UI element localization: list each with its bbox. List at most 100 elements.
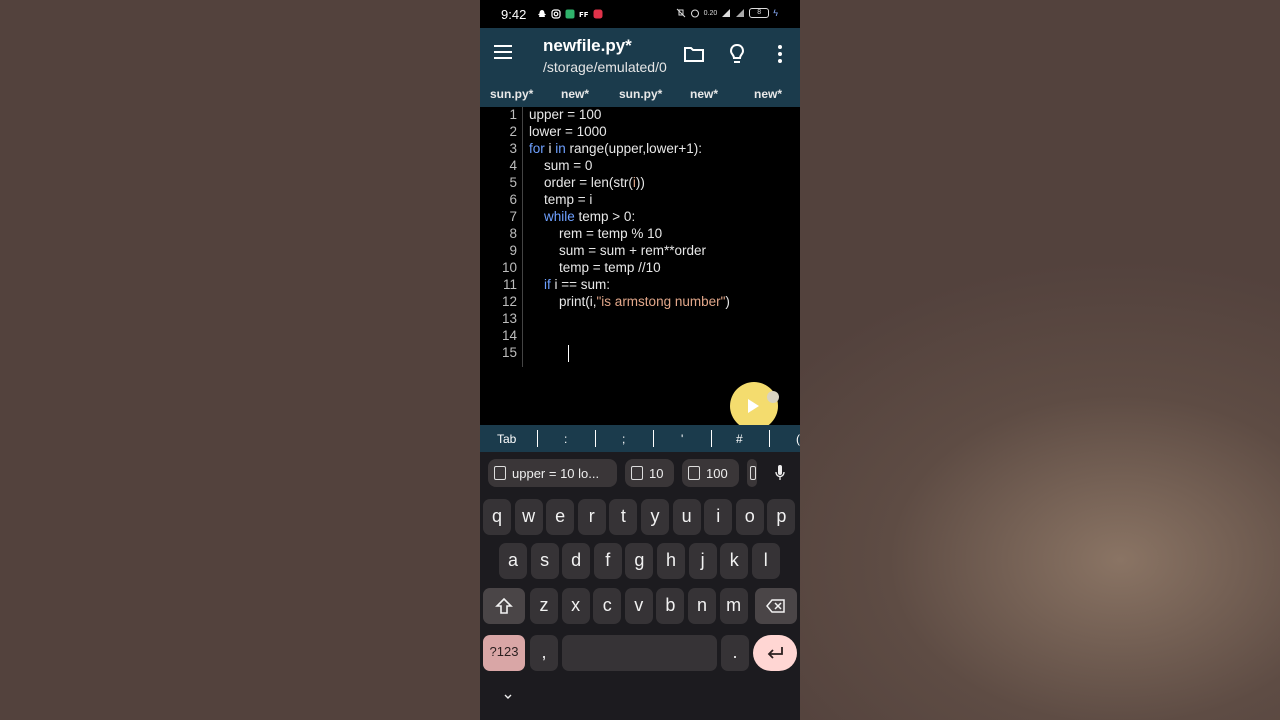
code-text: for i in range(upper,lower+1):	[529, 141, 702, 156]
symbol-colon[interactable]: :	[564, 432, 567, 446]
symbol-paren[interactable]: (	[796, 432, 800, 446]
code-line[interactable]: 2 lower = 1000	[480, 124, 800, 141]
code-token: if	[544, 277, 551, 292]
symbol-semicolon[interactable]: ;	[622, 432, 625, 446]
key-y[interactable]: y	[641, 499, 669, 535]
code-line[interactable]: 13	[480, 311, 800, 328]
key-q[interactable]: q	[483, 499, 511, 535]
code-line[interactable]: 9 sum = sum + rem**order	[480, 243, 800, 260]
tab-new-2[interactable]: new*	[690, 87, 718, 101]
key-d[interactable]: d	[562, 543, 591, 579]
clipboard-suggestion-3[interactable]: 100	[682, 459, 739, 487]
code-editor[interactable]: 1 upper = 100 2 lower = 1000 3 for i in range…	[480, 107, 800, 425]
code-line[interactable]: 1 upper = 100	[480, 107, 800, 124]
key-f[interactable]: f	[593, 543, 622, 579]
key-e[interactable]: e	[546, 499, 575, 535]
code-line[interactable]: 8 rem = temp % 10	[480, 226, 800, 243]
line-number: 12	[501, 294, 517, 309]
code-text: print(i,"is armstong number")	[529, 294, 730, 309]
code-text: temp = i	[529, 192, 592, 207]
key-a[interactable]: a	[499, 543, 527, 579]
code-line[interactable]: 3 for i in range(upper,lower+1):	[480, 141, 800, 158]
run-button[interactable]	[730, 382, 778, 430]
microphone-icon[interactable]	[775, 465, 785, 481]
code-line[interactable]: 11 if i == sum:	[480, 277, 800, 294]
tab-new-1[interactable]: new*	[561, 87, 589, 101]
code-token: sum = sum + rem**order	[529, 243, 707, 258]
chevron-down-icon[interactable]	[503, 692, 513, 702]
space-key[interactable]	[562, 635, 717, 671]
code-token: i == sum:	[550, 277, 611, 292]
code-token: while	[544, 209, 575, 224]
clipboard-suggestion-1[interactable]: upper = 10 lo...	[488, 459, 617, 487]
code-line[interactable]: 10 temp = temp //10	[480, 260, 800, 277]
code-line[interactable]: 15	[480, 345, 800, 362]
more-options-icon[interactable]	[768, 42, 792, 66]
key-w[interactable]: w	[514, 499, 543, 535]
key-n[interactable]: n	[688, 588, 716, 624]
line-number: 9	[509, 243, 517, 258]
key-v[interactable]: v	[624, 588, 653, 624]
enter-key[interactable]	[753, 635, 797, 671]
notification-icons: FF	[537, 9, 603, 19]
key-t[interactable]: t	[609, 499, 638, 535]
symbol-separator	[711, 430, 712, 447]
line-number: 3	[509, 141, 517, 156]
code-line[interactable]: 4 sum = 0	[480, 158, 800, 175]
status-time: 9:42	[501, 7, 527, 22]
key-o[interactable]: o	[735, 499, 764, 535]
key-z[interactable]: z	[530, 588, 558, 624]
clipboard-suggestion-4[interactable]	[747, 459, 757, 487]
key-i[interactable]: i	[704, 499, 733, 535]
key-l[interactable]: l	[751, 543, 780, 579]
symbol-tab[interactable]: Tab	[497, 432, 516, 446]
code-line[interactable]: 12 print(i,"is armstong number")	[480, 294, 800, 311]
key-r[interactable]: r	[577, 499, 606, 535]
symbols-key[interactable]: ?123	[483, 635, 525, 671]
phone-screen: 9:42 FF 0.20 8 ϟ newfile.py* /storage/em…	[480, 0, 800, 720]
line-number: 2	[509, 124, 517, 139]
folder-icon[interactable]	[682, 42, 706, 66]
menu-icon[interactable]	[494, 45, 514, 61]
key-b[interactable]: b	[656, 588, 685, 624]
symbol-separator	[653, 430, 654, 447]
code-token: upper = 100	[529, 107, 602, 122]
clipboard-suggestion-2[interactable]: 10	[625, 459, 674, 487]
code-line[interactable]: 5 order = len(str(i))	[480, 175, 800, 192]
code-token: i	[544, 141, 556, 156]
key-j[interactable]: j	[688, 543, 717, 579]
backspace-key[interactable]	[755, 588, 797, 624]
line-number: 4	[509, 158, 517, 173]
ff-icon: FF	[579, 11, 589, 19]
key-k[interactable]: k	[720, 543, 749, 579]
symbol-hash[interactable]: #	[736, 432, 743, 446]
code-token: )	[725, 294, 730, 309]
comma-key[interactable]: ,	[530, 635, 558, 671]
line-number: 11	[502, 277, 517, 292]
code-text: upper = 100	[529, 107, 601, 122]
tab-new-3[interactable]: new*	[754, 87, 782, 101]
code-line[interactable]: 7 while temp > 0:	[480, 209, 800, 226]
code-token: rem = temp % 10	[529, 226, 663, 241]
key-s[interactable]: s	[530, 543, 559, 579]
tab-sun-py-1[interactable]: sun.py*	[490, 87, 533, 101]
shift-key[interactable]	[483, 588, 525, 624]
line-number: 13	[501, 311, 517, 326]
code-line[interactable]: 6 temp = i	[480, 192, 800, 209]
key-x[interactable]: x	[561, 588, 590, 624]
tab-sun-py-2[interactable]: sun.py*	[619, 87, 662, 101]
lightbulb-icon[interactable]	[725, 42, 749, 66]
symbol-bar: Tab : ; ' # (	[480, 425, 800, 452]
key-g[interactable]: g	[625, 543, 654, 579]
line-number: 7	[509, 209, 517, 224]
key-m[interactable]: m	[719, 588, 748, 624]
key-c[interactable]: c	[593, 588, 622, 624]
key-h[interactable]: h	[657, 543, 685, 579]
symbol-quote[interactable]: '	[681, 432, 683, 446]
key-u[interactable]: u	[672, 499, 701, 535]
key-p[interactable]: p	[767, 499, 796, 535]
period-key[interactable]: .	[721, 635, 749, 671]
code-line[interactable]: 14	[480, 328, 800, 345]
code-token: "is armstong number"	[596, 294, 726, 309]
line-number: 5	[509, 175, 517, 190]
